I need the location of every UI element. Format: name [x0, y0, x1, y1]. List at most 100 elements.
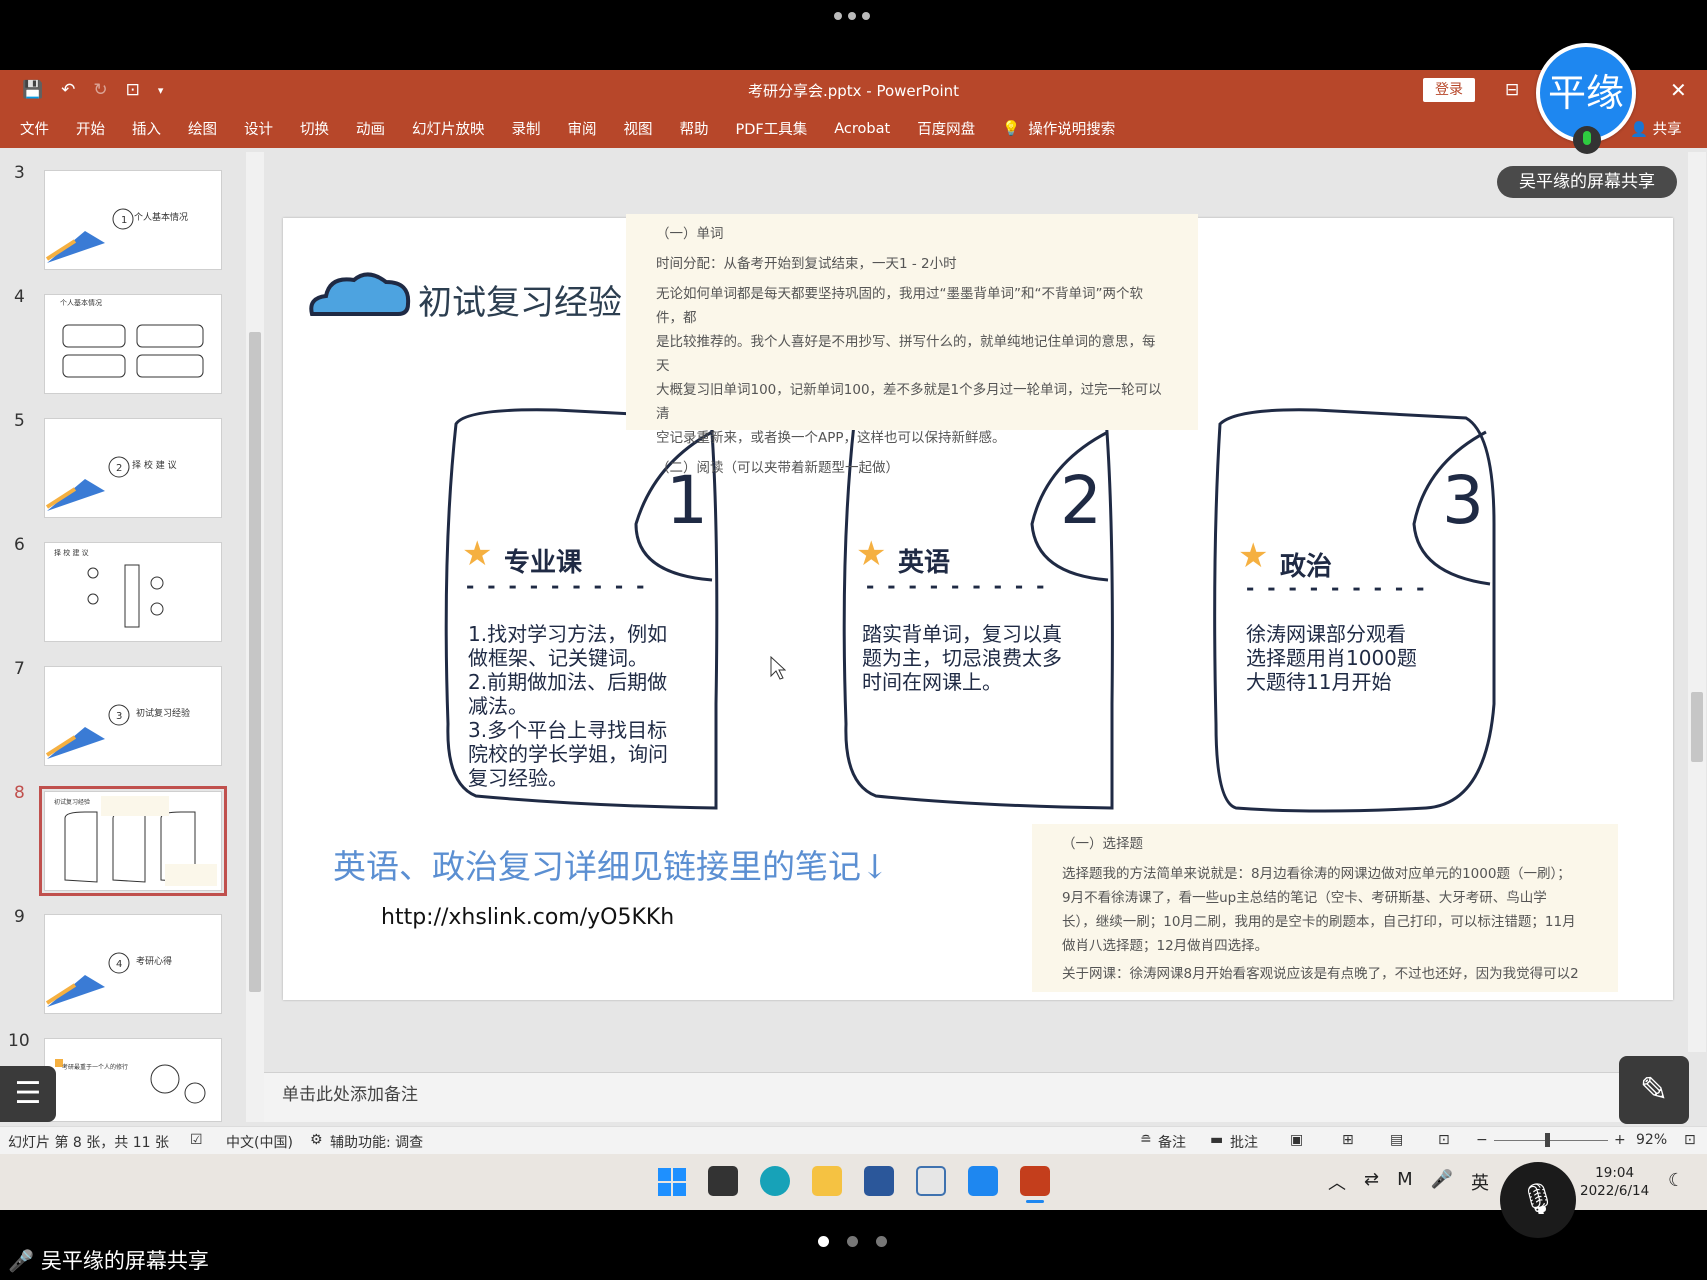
moon-icon[interactable]: ☾ [1668, 1170, 1684, 1191]
note-screenshot-choice[interactable]: （一）选择题 选择题我的方法简单来说就是：8月边看徐涛的网课边做对应单元的100… [1032, 824, 1618, 992]
powerpoint-icon[interactable] [1020, 1166, 1050, 1196]
normal-view-icon[interactable]: ▣ [1290, 1132, 1303, 1148]
zoom-in-icon[interactable]: + [1614, 1132, 1626, 1148]
slide-scrollbar[interactable] [1688, 152, 1706, 1052]
tab-help[interactable]: 帮助 [680, 118, 709, 139]
ribbon-display-icon[interactable]: ⊟ [1505, 80, 1519, 100]
tab-slideshow[interactable]: 幻灯片放映 [412, 118, 485, 139]
person-icon: 👤 [1630, 122, 1649, 138]
zoom-slider-handle[interactable] [1545, 1133, 1550, 1147]
thumbnail-slide-7[interactable]: 3 [44, 666, 222, 766]
svg-text:1: 1 [121, 215, 127, 226]
tab-acrobat[interactable]: Acrobat [834, 121, 890, 137]
ribbon-tabs: 文件 开始 插入 绘图 设计 切换 动画 幻灯片放映 录制 审阅 视图 帮助 P… [20, 118, 1142, 139]
notes-pane[interactable] [264, 1072, 1688, 1122]
notes-button[interactable]: 备注 [1158, 1132, 1186, 1152]
language-indicator[interactable]: 中文(中国) [226, 1132, 293, 1152]
more-dots-icon[interactable] [834, 12, 874, 28]
tab-view[interactable]: 视图 [624, 118, 653, 139]
tab-design[interactable]: 设计 [244, 118, 273, 139]
thumb-label: 考研最重于一个人的修行 [62, 1064, 129, 1071]
thumbnail-scrollbar[interactable] [246, 152, 264, 1122]
tencent-meeting-icon[interactable] [968, 1166, 998, 1196]
share-status-icon: 🎤 [8, 1249, 35, 1273]
slide-sorter-icon[interactable]: ⊞ [1342, 1132, 1354, 1148]
tab-draw[interactable]: 绘图 [188, 118, 217, 139]
tell-me-search[interactable]: 操作说明搜索 [1028, 118, 1115, 139]
zoom-out-icon[interactable]: − [1476, 1132, 1488, 1148]
card-3-divider: - - - - - - - - - [1246, 576, 1428, 600]
thumb-graphic [55, 1059, 206, 1104]
thumbnail-slide-8-selected[interactable] [39, 786, 227, 896]
ime-indicator[interactable]: 英 [1471, 1169, 1489, 1195]
tab-insert[interactable]: 插入 [132, 118, 161, 139]
slide-link-text[interactable]: http://xhslink.com/yO5KKh [381, 905, 674, 930]
star-icon: ★ [1238, 536, 1269, 576]
thumbnail-slide-10[interactable] [44, 1038, 222, 1122]
share-button[interactable]: 👤 共享 [1630, 118, 1682, 139]
thumb-number: 6 [14, 535, 25, 555]
zoom-level[interactable]: 92% [1636, 1132, 1667, 1148]
comments-icon: ▬ [1210, 1132, 1224, 1148]
word-icon[interactable] [864, 1166, 894, 1196]
tab-home[interactable]: 开始 [76, 118, 105, 139]
thumbnail-slide-4[interactable] [44, 294, 222, 394]
tab-baidu-disk[interactable]: 百度网盘 [917, 118, 975, 139]
annotate-edit-icon[interactable]: ✎ [1619, 1056, 1689, 1124]
tab-animations[interactable]: 动画 [356, 118, 385, 139]
thumbnail-slide-9[interactable]: 4 [44, 914, 222, 1014]
slide-title[interactable]: 初试复习经验 [418, 275, 622, 324]
status-bar: 幻灯片 第 8 张，共 11 张 ☑ 中文(中国) ⚙ 辅助功能: 调查 ≘ 备… [0, 1126, 1707, 1154]
reading-view-icon[interactable]: ▤ [1390, 1132, 1403, 1148]
login-button[interactable]: 登录 [1423, 78, 1475, 102]
tab-review[interactable]: 审阅 [568, 118, 597, 139]
chevron-up-icon[interactable]: ︿ [1328, 1169, 1346, 1195]
list-menu-icon[interactable]: ☰ [0, 1066, 56, 1122]
m-app-icon[interactable]: M [1397, 1169, 1413, 1195]
windows-start-icon[interactable] [658, 1168, 686, 1196]
thumb-number: 5 [14, 411, 25, 431]
file-explorer-icon[interactable] [812, 1166, 842, 1196]
close-icon[interactable]: ✕ [1670, 78, 1687, 102]
tab-pdf-tools[interactable]: PDF工具集 [736, 118, 808, 139]
thumb-number: 10 [8, 1031, 30, 1051]
card-1-body: 1.找对学习方法，例如 做框架、记关键词。 2.前期做加法、后期做 减法。 3.… [468, 622, 668, 790]
system-clock[interactable]: 19:04 2022/6/14 [1580, 1164, 1649, 1200]
scrollbar-thumb[interactable] [249, 332, 261, 992]
tab-record[interactable]: 录制 [512, 118, 541, 139]
thumb-graphic: 1 [45, 208, 134, 263]
notes-placeholder[interactable]: 单击此处添加备注 [282, 1080, 418, 1105]
microphone-icon[interactable]: 🎤 [1431, 1169, 1453, 1195]
spellcheck-icon[interactable]: ☑ [190, 1132, 203, 1148]
snipping-tool-icon[interactable] [916, 1166, 946, 1196]
thumb-label: 择 校 建 议 [132, 461, 177, 471]
tab-transitions[interactable]: 切换 [300, 118, 329, 139]
thumb-number: 9 [14, 907, 25, 927]
thumb-graphic: 4 [45, 952, 130, 1007]
active-app-indicator [1026, 1200, 1044, 1203]
comments-button[interactable]: 批注 [1230, 1132, 1258, 1152]
task-view-icon[interactable] [708, 1166, 738, 1196]
zoom-slider[interactable] [1494, 1140, 1608, 1141]
thumb-graphic: 3 [45, 704, 130, 759]
note-screenshot-vocab[interactable]: （一）单词 时间分配：从备考开始到复试结束，一天1 - 2小时 无论如何单词都是… [626, 214, 1198, 476]
slide-count: 幻灯片 第 8 张，共 11 张 [8, 1135, 169, 1151]
thumb-label: 个人基本情况 [60, 299, 102, 307]
slideshow-icon[interactable]: ⊡ [1438, 1132, 1450, 1148]
bottom-share-label: 🎤 吴平缘的屏幕共享 [8, 1249, 209, 1273]
thumb-label: 初试复习经验 [54, 799, 91, 806]
edge-icon[interactable] [760, 1166, 790, 1196]
card-3-number: 3 [1442, 462, 1484, 539]
fit-to-window-icon[interactable]: ⊡ [1684, 1132, 1696, 1148]
scrollbar-thumb[interactable] [1691, 692, 1703, 762]
tab-file[interactable]: 文件 [20, 118, 49, 139]
slide-bottom-text[interactable]: 英语、政治复习详细见链接里的笔记↓ [333, 840, 889, 888]
thumb-label: 择 校 建 议 [54, 549, 89, 557]
network-transfer-icon[interactable]: ⇄ [1364, 1169, 1379, 1195]
mic-muted-icon[interactable]: 🎙 [1500, 1162, 1576, 1238]
accessibility-icon: ⚙ [310, 1132, 323, 1148]
thumb-number: 8 [14, 783, 25, 803]
thumb-graphic [64, 796, 217, 886]
accessibility-status[interactable]: 辅助功能: 调查 [330, 1132, 423, 1152]
thumbnail-slide-3[interactable]: 1 [44, 170, 222, 270]
